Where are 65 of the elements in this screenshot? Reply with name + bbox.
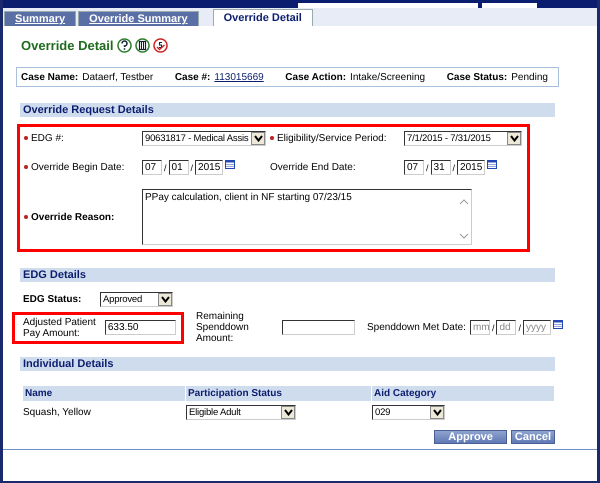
period-select[interactable]: 7/1/2015 - 7/31/2015 — [404, 131, 522, 146]
field-label: Remaining Spenddown Amount: — [196, 311, 250, 344]
caret-icon[interactable] — [430, 406, 444, 419]
year-field[interactable]: 2015 — [457, 160, 486, 175]
field-label: EDG #: — [24, 133, 142, 144]
case-value: Dataerf, Testber — [82, 72, 154, 82]
date-separator: / — [518, 322, 521, 332]
calendar-icon[interactable] — [487, 160, 498, 169]
column-header: Participation Status — [186, 386, 372, 401]
day-field[interactable]: dd — [496, 320, 516, 335]
case-label: Case Name: — [21, 72, 78, 82]
caret-icon[interactable] — [158, 293, 172, 306]
year-field[interactable]: 2015 — [195, 160, 224, 175]
tab[interactable]: Summary — [4, 11, 76, 26]
field-label: Adjusted Patient Pay Amount: — [23, 316, 97, 338]
field-label: Override End Date: — [270, 162, 357, 173]
date-separator: / — [164, 162, 167, 172]
patient-pay-field[interactable]: 633.50 — [104, 320, 176, 335]
edg-select[interactable]: 90631817 - Medical Assis — [142, 131, 266, 146]
date-separator: / — [492, 322, 494, 332]
date-separator: / — [452, 162, 456, 172]
column-header: Name — [23, 386, 186, 401]
case-value: Intake/Screening — [350, 72, 426, 82]
table-cell-text: Squash, Yellow — [23, 407, 92, 418]
section-header: EDG Details — [20, 268, 555, 282]
reason-textarea[interactable]: PPay calculation, client in NF starting 07/23/15 — [142, 189, 472, 245]
document-icon[interactable] — [134, 38, 150, 53]
aid-category-select[interactable]: 029 — [372, 405, 445, 420]
dollar-check-icon[interactable] — [152, 38, 168, 53]
edg-status-select[interactable]: Approved — [100, 292, 173, 307]
field-label: Spenddown Met Date: — [367, 322, 466, 333]
case-value: Pending — [511, 72, 548, 82]
help-icon[interactable] — [116, 38, 132, 53]
search-field[interactable] — [298, 3, 478, 8]
caret-icon[interactable] — [251, 132, 265, 145]
case-label: Case Status: — [446, 72, 508, 82]
section-header: Override Request Details — [20, 103, 555, 117]
date-separator: / — [426, 162, 429, 172]
calendar-icon[interactable] — [225, 160, 236, 169]
tab[interactable]: Override Detail — [212, 9, 313, 26]
caret-icon[interactable] — [281, 406, 295, 419]
participation-select[interactable]: Eligible Adult — [186, 405, 296, 420]
tab[interactable]: Override Summary — [78, 11, 199, 26]
field-label: Eligibility/Service Period: — [270, 133, 404, 144]
field-label: Override Begin Date: — [24, 162, 142, 173]
caret-icon[interactable] — [507, 132, 521, 145]
day-field[interactable]: 31 — [430, 160, 451, 175]
month-field[interactable]: mm — [470, 320, 490, 335]
month-field[interactable]: 07 — [404, 160, 424, 175]
page-title: Override Detail — [21, 38, 114, 53]
year-field[interactable]: yyyy — [522, 320, 551, 335]
day-field[interactable]: 01 — [168, 160, 189, 175]
section-header: Individual Details — [20, 357, 555, 371]
calendar-icon[interactable] — [552, 320, 563, 329]
case-number-link[interactable]: 113015669 — [214, 72, 264, 82]
month-field[interactable]: 07 — [142, 160, 162, 175]
field-label: Override Reason: — [24, 212, 142, 222]
column-header: Aid Category — [372, 386, 555, 401]
case-label: Case Action: — [285, 72, 346, 82]
date-separator: / — [190, 162, 194, 172]
field-label: EDG Status: — [23, 294, 81, 305]
scrollbar-arrows-icon[interactable] — [459, 198, 469, 240]
search-field[interactable] — [482, 3, 537, 8]
spenddown-field[interactable] — [282, 320, 355, 335]
case-label: Case #: — [174, 72, 210, 82]
